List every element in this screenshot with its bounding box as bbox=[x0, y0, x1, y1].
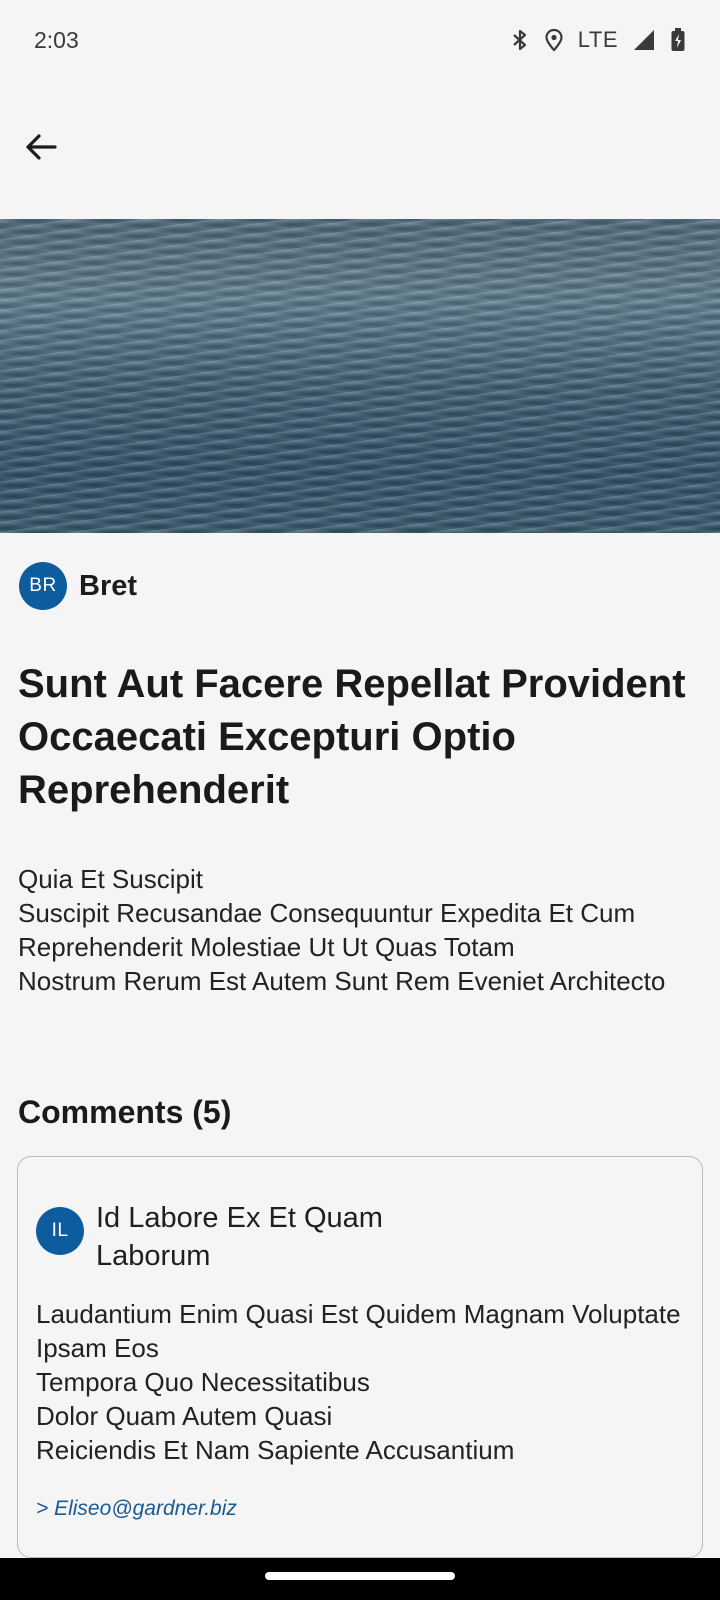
comment-title: Id Labore Ex Et Quam Laborum bbox=[96, 1202, 383, 1272]
battery-charging-icon bbox=[670, 27, 686, 53]
status-time: 2:03 bbox=[34, 26, 79, 53]
comments-heading: Comments (5) bbox=[18, 1094, 232, 1130]
post-body: Quia Et Suscipit Suscipit Recusandae Con… bbox=[18, 864, 666, 996]
comment-card[interactable]: IL Id Labore Ex Et Quam Laborum Laudanti… bbox=[17, 1156, 703, 1558]
post-author: BR Bret bbox=[19, 562, 137, 610]
comment-header: IL Id Labore Ex Et Quam Laborum bbox=[36, 1199, 416, 1275]
avatar: BR bbox=[19, 562, 67, 610]
system-navigation-bar bbox=[0, 1558, 720, 1600]
comment-body: Laudantium Enim Quasi Est Quidem Magnam … bbox=[36, 1299, 681, 1465]
bluetooth-icon bbox=[510, 28, 530, 52]
avatar: IL bbox=[36, 1207, 84, 1255]
post-title: Sunt Aut Facere Repellat Provident Occae… bbox=[18, 662, 686, 812]
arrow-left-icon bbox=[23, 129, 59, 170]
post-cover-image bbox=[0, 219, 720, 533]
status-bar: 2:03 LTE bbox=[0, 0, 720, 80]
back-button[interactable] bbox=[20, 128, 62, 170]
location-icon bbox=[544, 28, 564, 52]
status-icons: LTE bbox=[510, 27, 686, 53]
comment-email-link[interactable]: > Eliseo@gardner.biz bbox=[36, 1497, 237, 1521]
home-gesture-handle[interactable] bbox=[265, 1572, 455, 1580]
signal-icon bbox=[632, 28, 656, 52]
author-name: Bret bbox=[79, 569, 138, 602]
app-bar bbox=[0, 120, 720, 180]
network-type: LTE bbox=[577, 27, 618, 52]
